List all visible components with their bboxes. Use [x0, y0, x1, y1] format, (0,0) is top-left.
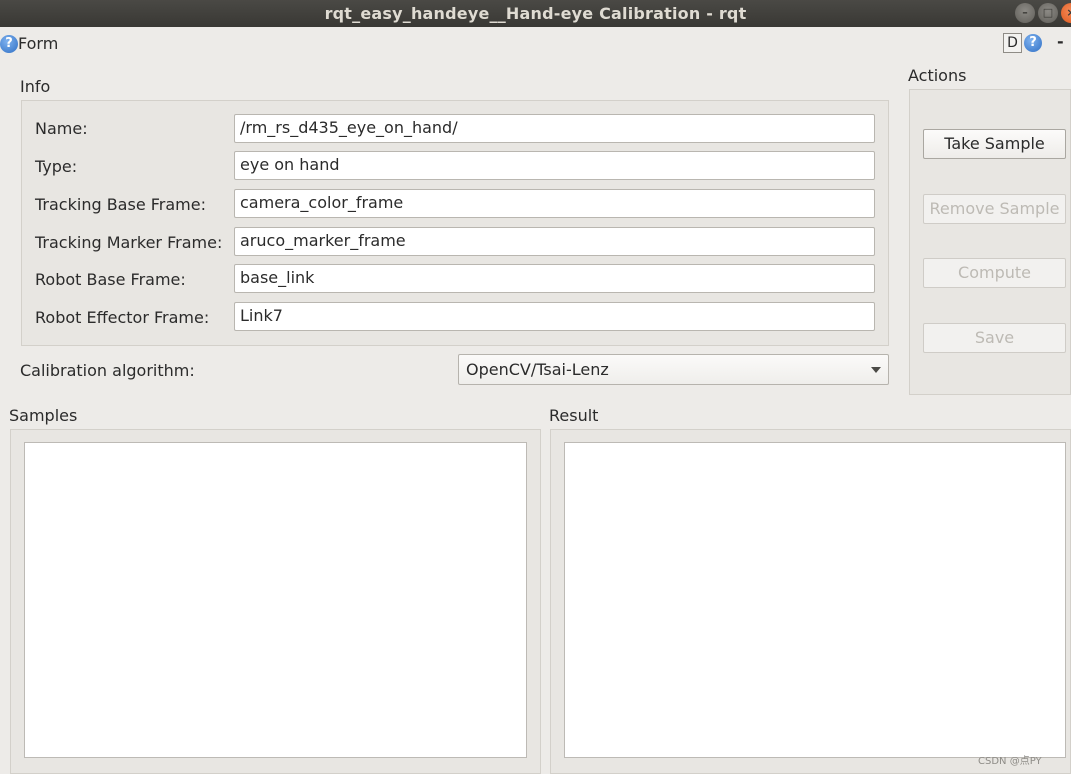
minimize-plugin-button[interactable]: - [1057, 32, 1064, 51]
type-field[interactable]: eye on hand [234, 151, 875, 180]
compute-button[interactable]: Compute [923, 258, 1066, 288]
watermark: CSDN @点PY [978, 756, 1042, 767]
calibration-algorithm-label: Calibration algorithm: [20, 361, 195, 380]
maximize-button[interactable]: □ [1038, 3, 1058, 23]
name-field[interactable]: /rm_rs_d435_eye_on_hand/ [234, 114, 875, 143]
dropdown-arrow-icon [871, 367, 881, 373]
result-group-title: Result [549, 406, 599, 425]
save-button[interactable]: Save [923, 323, 1066, 353]
plugin-help-icon[interactable]: ? [1024, 34, 1042, 52]
tracking-base-frame-label: Tracking Base Frame: [35, 195, 206, 214]
minimize-button[interactable]: – [1015, 3, 1035, 23]
robot-base-frame-label: Robot Base Frame: [35, 270, 186, 289]
robot-effector-frame-label: Robot Effector Frame: [35, 308, 210, 327]
help-icon[interactable]: ? [0, 35, 18, 53]
samples-group-title: Samples [9, 406, 78, 425]
robot-effector-frame-field[interactable]: Link7 [234, 302, 875, 331]
actions-group-title: Actions [908, 66, 967, 85]
robot-base-frame-field[interactable]: base_link [234, 264, 875, 293]
take-sample-button[interactable]: Take Sample [923, 129, 1066, 159]
calibration-algorithm-select[interactable]: OpenCV/Tsai-Lenz [458, 354, 889, 385]
close-icon: × [1061, 3, 1071, 23]
window-title: rqt_easy_handeye__Hand-eye Calibration -… [324, 4, 747, 23]
minimize-icon: – [1022, 6, 1028, 19]
window-titlebar: rqt_easy_handeye__Hand-eye Calibration -… [0, 0, 1071, 27]
remove-sample-button[interactable]: Remove Sample [923, 194, 1066, 224]
dock-button[interactable]: D [1003, 33, 1022, 53]
samples-list[interactable] [24, 442, 527, 758]
tracking-marker-frame-field[interactable]: aruco_marker_frame [234, 227, 875, 256]
name-label: Name: [35, 119, 88, 138]
tracking-marker-frame-label: Tracking Marker Frame: [35, 233, 223, 252]
plugin-title: Form [18, 34, 59, 53]
calibration-algorithm-value: OpenCV/Tsai-Lenz [466, 360, 609, 379]
tracking-base-frame-field[interactable]: camera_color_frame [234, 189, 875, 218]
close-button[interactable]: × [1061, 3, 1071, 23]
result-text-area[interactable] [564, 442, 1066, 758]
info-group-title: Info [20, 77, 51, 96]
maximize-icon: □ [1042, 6, 1054, 19]
type-label: Type: [35, 157, 78, 176]
